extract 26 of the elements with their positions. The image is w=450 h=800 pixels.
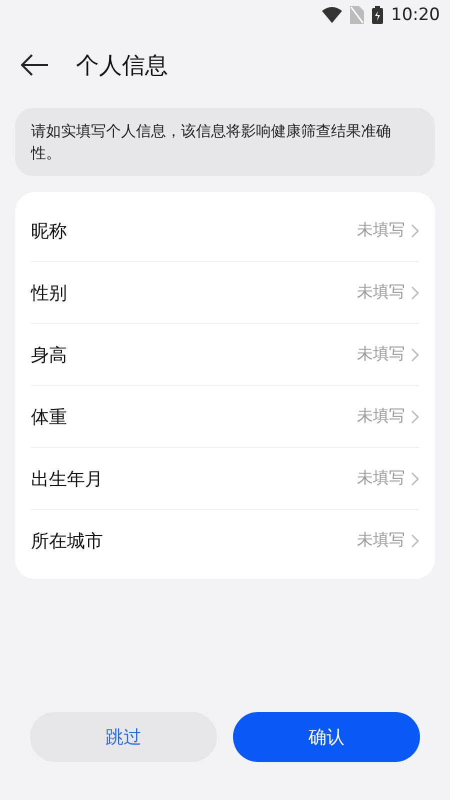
chevron-icon — [411, 410, 419, 424]
chevron-icon — [411, 534, 419, 548]
field-label: 昵称 — [31, 220, 67, 242]
no-sim-icon — [350, 6, 364, 24]
field-label: 体重 — [31, 406, 67, 428]
field-label: 所在城市 — [31, 530, 103, 552]
field-label: 性别 — [31, 282, 67, 304]
field-label: 身高 — [31, 344, 67, 366]
field-value[interactable]: 未填写 — [357, 468, 405, 489]
field-value[interactable]: 未填写 — [357, 406, 405, 427]
page-title: 个人信息 — [76, 52, 168, 80]
field-value[interactable]: 未填写 — [357, 220, 405, 241]
status-time: 10:20 — [391, 5, 440, 25]
field-value[interactable]: 未填写 — [357, 282, 405, 303]
field-value[interactable]: 未填写 — [357, 530, 405, 551]
confirm-button[interactable]: 确认 — [233, 712, 420, 762]
field-value[interactable]: 未填写 — [357, 344, 405, 365]
skip-button[interactable]: 跳过 — [30, 712, 217, 762]
notice-text: 请如实填写个人信息，该信息将影响健康筛查结果准确性。 — [15, 108, 435, 176]
chevron-icon — [411, 224, 419, 238]
wifi-icon — [322, 7, 342, 23]
chevron-icon — [411, 472, 419, 486]
chevron-icon — [411, 348, 419, 362]
chevron-icon — [411, 286, 419, 300]
field-label: 出生年月 — [31, 468, 103, 490]
battery-icon — [372, 6, 383, 24]
